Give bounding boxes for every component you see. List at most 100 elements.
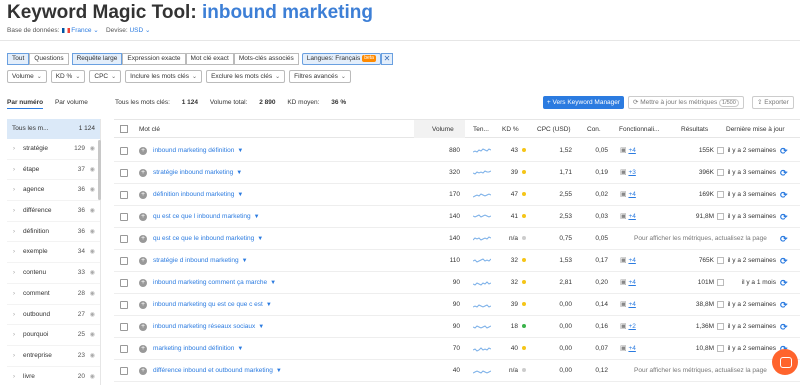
add-keyword-icon[interactable]: + [139, 147, 147, 155]
keyword-link[interactable]: définition inbound marketing [153, 191, 234, 198]
eye-icon[interactable]: ◉ [85, 242, 95, 262]
refresh-icon[interactable]: ⟳ [780, 162, 788, 186]
keyword-link[interactable]: qu est ce que l inbound marketing [153, 213, 251, 220]
tab-requete-large[interactable]: Requête large [71, 53, 123, 65]
keyword-link[interactable]: marketing inbound définition [153, 345, 234, 352]
add-keyword-icon[interactable]: + [139, 169, 147, 177]
chevron-down-icon[interactable]: ▼ [258, 324, 264, 330]
close-icon[interactable]: ✕ [380, 53, 393, 65]
eye-icon[interactable]: ◉ [85, 284, 95, 304]
keyword-link[interactable]: qu est ce que le inbound marketing [153, 235, 254, 242]
eye-icon[interactable]: ◉ [85, 139, 95, 159]
chevron-down-icon[interactable]: ▼ [237, 148, 243, 154]
chevron-right-icon[interactable]: › [13, 305, 23, 325]
select-all-checkbox[interactable] [120, 125, 128, 133]
chevron-down-icon[interactable]: ▼ [242, 258, 248, 264]
col-cpc[interactable]: CPC (USD) [537, 120, 571, 139]
sidebar-scrollbar[interactable] [98, 140, 101, 200]
add-keyword-icon[interactable]: + [139, 235, 147, 243]
sidebar-item[interactable]: › contenu 33 ◉ [7, 263, 100, 284]
refresh-icon[interactable]: ⟳ [780, 316, 788, 340]
serp-features[interactable]: ▣ +4 [620, 250, 636, 272]
database-select[interactable]: France [71, 27, 91, 34]
keyword-link[interactable]: inbound marketing réseaux sociaux [153, 323, 255, 330]
refresh-icon[interactable]: ⟳ [780, 140, 788, 164]
chevron-right-icon[interactable]: › [13, 284, 23, 304]
tab-mots-cles-associes[interactable]: Mots-clés associés [233, 53, 299, 65]
tab-tout[interactable]: Tout [7, 53, 30, 65]
serp-features[interactable]: ▣ +4 [620, 294, 636, 316]
add-keyword-icon[interactable]: + [139, 323, 147, 331]
chevron-down-icon[interactable]: ▼ [266, 302, 272, 308]
tab-par-volume[interactable]: Par volume [55, 99, 88, 106]
row-checkbox[interactable] [120, 213, 128, 221]
refresh-icon[interactable]: ⟳ [780, 228, 788, 252]
add-keyword-icon[interactable]: + [139, 213, 147, 221]
sidebar-item[interactable]: › exemple 34 ◉ [7, 242, 100, 264]
chevron-right-icon[interactable]: › [13, 222, 23, 242]
chevron-right-icon[interactable]: › [13, 325, 23, 345]
chat-button[interactable] [772, 349, 798, 375]
row-checkbox[interactable] [120, 279, 128, 287]
tab-expression-exacte[interactable]: Expression exacte [122, 53, 186, 65]
col-derniere-mise-a-jour[interactable]: Dernière mise à jour [726, 120, 785, 139]
chevron-right-icon[interactable]: › [13, 263, 23, 283]
advanced-filters-dropdown[interactable]: Filtres avancés ⌄ [289, 70, 351, 83]
keyword-link[interactable]: différence inbound et outbound marketing [153, 367, 273, 374]
sidebar-item[interactable]: › stratégie 129 ◉ [7, 139, 100, 160]
chevron-right-icon[interactable]: › [13, 346, 23, 366]
eye-icon[interactable]: ◉ [85, 346, 95, 366]
eye-icon[interactable]: ◉ [85, 305, 95, 325]
row-checkbox[interactable] [120, 147, 128, 155]
add-keyword-icon[interactable]: + [139, 279, 147, 287]
exclude-keywords-dropdown[interactable]: Exclure les mots clés ⌄ [206, 70, 286, 83]
eye-icon[interactable]: ◉ [85, 180, 95, 200]
serp-features[interactable]: ▣ +2 [620, 316, 636, 338]
keyword-link[interactable]: stratégie d inbound marketing [153, 257, 239, 264]
sidebar-item[interactable]: › comment 28 ◉ [7, 284, 100, 305]
sidebar-item[interactable]: › différence 36 ◉ [7, 201, 100, 222]
include-keywords-dropdown[interactable]: Inclure les mots clés ⌄ [125, 70, 203, 83]
eye-icon[interactable]: ◉ [85, 222, 95, 242]
chevron-down-icon[interactable]: ▼ [236, 170, 242, 176]
sidebar-item-all[interactable]: Tous les m... 1 124 [7, 119, 100, 139]
add-keyword-icon[interactable]: + [139, 191, 147, 199]
refresh-icon[interactable]: ⟳ [780, 206, 788, 230]
refresh-icon[interactable]: ⟳ [780, 294, 788, 318]
language-filter[interactable]: Langues: Français beta [301, 53, 381, 65]
serp-features[interactable]: ▣ +3 [620, 162, 636, 184]
chevron-right-icon[interactable]: › [13, 367, 23, 385]
add-keyword-icon[interactable]: + [139, 345, 147, 353]
eye-icon[interactable]: ◉ [85, 325, 95, 345]
sidebar-item[interactable]: › agence 36 ◉ [7, 180, 100, 202]
kd-dropdown[interactable]: KD % ⌄ [50, 70, 86, 83]
refresh-icon[interactable]: ⟳ [780, 184, 788, 208]
eye-icon[interactable]: ◉ [85, 263, 95, 283]
serp-features[interactable]: ▣ +4 [620, 272, 636, 294]
sidebar-item[interactable]: › définition 36 ◉ [7, 222, 100, 243]
volume-dropdown[interactable]: Volume ⌄ [7, 70, 47, 83]
col-concurrence[interactable]: Con. [587, 120, 601, 139]
row-checkbox[interactable] [120, 235, 128, 243]
col-fonctionnalites[interactable]: Fonctionnali... [619, 120, 659, 139]
add-keyword-icon[interactable]: + [139, 301, 147, 309]
tab-par-numero[interactable]: Par numéro [7, 99, 44, 109]
row-checkbox[interactable] [120, 301, 128, 309]
chevron-right-icon[interactable]: › [13, 180, 23, 200]
chevron-right-icon[interactable]: › [13, 139, 23, 159]
col-tendance[interactable]: Ten... [473, 120, 489, 139]
update-metrics-button[interactable]: ⟳ Mettre à jour les métriques 1/500 [628, 96, 744, 109]
serp-features[interactable]: ▣ +4 [620, 206, 636, 228]
keyword-link[interactable]: inbound marketing qu est ce que c est [153, 301, 263, 308]
chevron-down-icon[interactable]: ▼ [237, 346, 243, 352]
refresh-icon[interactable]: ⟳ [780, 250, 788, 274]
chevron-down-icon[interactable]: ▼ [276, 368, 282, 374]
row-checkbox[interactable] [120, 367, 128, 375]
serp-features[interactable]: ▣ +4 [620, 338, 636, 360]
chevron-right-icon[interactable]: › [13, 160, 23, 180]
serp-features[interactable]: ▣ +4 [620, 140, 636, 162]
chevron-down-icon[interactable]: ▼ [257, 236, 263, 242]
refresh-icon[interactable]: ⟳ [780, 272, 788, 296]
chevron-right-icon[interactable]: › [13, 201, 23, 221]
row-checkbox[interactable] [120, 191, 128, 199]
